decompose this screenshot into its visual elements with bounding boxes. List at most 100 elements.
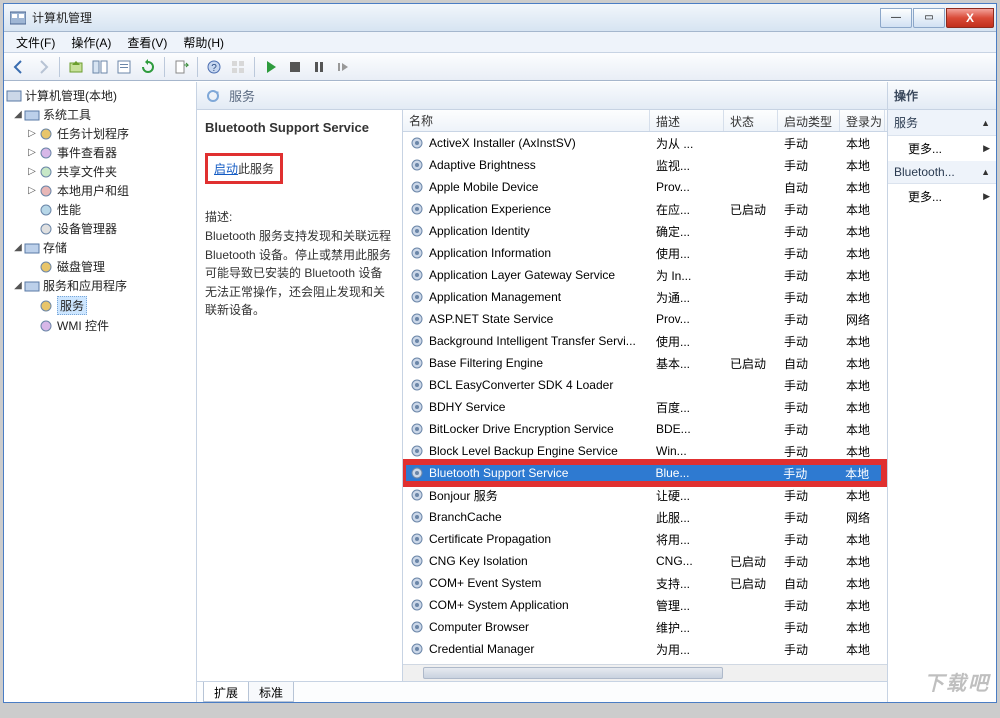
- collapse-icon: ▲: [981, 118, 990, 128]
- properties-icon[interactable]: [113, 56, 135, 78]
- start-service-link[interactable]: 启动: [214, 162, 238, 176]
- column-startup[interactable]: 启动类型: [778, 110, 840, 131]
- tree-item[interactable]: 设备管理器: [6, 219, 194, 238]
- export-icon[interactable]: [170, 56, 192, 78]
- tree-item[interactable]: 磁盘管理: [6, 257, 194, 276]
- tree-toggle-icon[interactable]: ▷: [26, 185, 38, 196]
- cell-name: COM+ System Application: [429, 598, 569, 612]
- cell-name: Bonjour 服务: [429, 487, 498, 504]
- refresh-small-icon[interactable]: [205, 88, 221, 104]
- close-button[interactable]: X: [946, 8, 994, 28]
- gear-icon: [409, 157, 425, 173]
- column-status[interactable]: 状态: [724, 110, 778, 131]
- column-logon[interactable]: 登录为: [840, 110, 885, 131]
- tree-item[interactable]: ▷任务计划程序: [6, 124, 194, 143]
- list-row[interactable]: Bonjour 服务让硬...手动本地: [403, 484, 887, 506]
- gear-icon: [409, 465, 425, 481]
- maximize-button[interactable]: ▭: [913, 8, 945, 28]
- menu-action[interactable]: 操作(A): [63, 32, 119, 53]
- list-row[interactable]: BranchCache此服...手动网络: [403, 506, 887, 528]
- tree-group[interactable]: ◢系统工具: [6, 105, 194, 124]
- list-row[interactable]: BitLocker Drive Encryption ServiceBDE...…: [403, 418, 887, 440]
- list-row[interactable]: BCL EasyConverter SDK 4 Loader手动本地: [403, 374, 887, 396]
- cell-logon: 本地: [840, 267, 885, 284]
- action-section-bluetooth[interactable]: Bluetooth... ▲: [888, 161, 996, 184]
- list-row[interactable]: COM+ Event System支持...已启动自动本地: [403, 572, 887, 594]
- cell-desc: 使用...: [650, 245, 724, 262]
- list-row[interactable]: Application Identity确定...手动本地: [403, 220, 887, 242]
- pause-icon[interactable]: [308, 56, 330, 78]
- tree-group[interactable]: ◢存储: [6, 238, 194, 257]
- menu-help[interactable]: 帮助(H): [175, 32, 232, 53]
- show-hide-tree-icon[interactable]: [89, 56, 111, 78]
- list-row[interactable]: Background Intelligent Transfer Servi...…: [403, 330, 887, 352]
- cell-desc: Blue...: [649, 466, 723, 480]
- tree-toggle-icon[interactable]: ▷: [26, 147, 38, 158]
- list-row[interactable]: BDHY Service百度...手动本地: [403, 396, 887, 418]
- gear-icon: [409, 509, 425, 525]
- back-icon[interactable]: [8, 56, 30, 78]
- tree-item[interactable]: 服务: [6, 295, 194, 316]
- tree-label: 服务和应用程序: [43, 277, 127, 294]
- play-icon[interactable]: [260, 56, 282, 78]
- tree-label: WMI 控件: [57, 317, 109, 334]
- tree-toggle-icon[interactable]: ◢: [12, 280, 24, 291]
- tab-standard[interactable]: 标准: [248, 682, 294, 702]
- tree-toggle-icon[interactable]: ▷: [26, 128, 38, 139]
- tree-toggle-icon[interactable]: ◢: [12, 242, 24, 253]
- list-row[interactable]: Base Filtering Engine基本...已启动自动本地: [403, 352, 887, 374]
- tree-toggle-icon[interactable]: ◢: [12, 109, 24, 120]
- cell-name: Base Filtering Engine: [429, 356, 543, 370]
- desc-text: Bluetooth 服务支持发现和关联远程 Bluetooth 设备。停止或禁用…: [205, 227, 394, 320]
- column-name[interactable]: 名称: [403, 110, 650, 131]
- tree-item[interactable]: WMI 控件: [6, 316, 194, 335]
- restart-icon[interactable]: [332, 56, 354, 78]
- list-row[interactable]: Credential Manager为用...手动本地: [403, 638, 887, 660]
- tree-item[interactable]: ▷本地用户和组: [6, 181, 194, 200]
- list-row[interactable]: Adaptive Brightness监视...手动本地: [403, 154, 887, 176]
- list-row[interactable]: Block Level Backup Engine ServiceWin...手…: [403, 440, 887, 462]
- list-row[interactable]: Computer Browser维护...手动本地: [403, 616, 887, 638]
- column-desc[interactable]: 描述: [650, 110, 724, 131]
- tree-root[interactable]: 计算机管理(本地): [6, 86, 194, 105]
- list-row[interactable]: Application Layer Gateway Service为 In...…: [403, 264, 887, 286]
- list-row[interactable]: Application Information使用...手动本地: [403, 242, 887, 264]
- menu-file[interactable]: 文件(F): [8, 32, 63, 53]
- list-row[interactable]: Certificate Propagation将用...手动本地: [403, 528, 887, 550]
- forward-icon[interactable]: [32, 56, 54, 78]
- service-name: Bluetooth Support Service: [205, 120, 394, 135]
- tab-extended[interactable]: 扩展: [203, 682, 249, 702]
- tree-item[interactable]: 性能: [6, 200, 194, 219]
- center-title: 服务: [229, 86, 255, 105]
- menu-view[interactable]: 查看(V): [119, 32, 175, 53]
- title-bar[interactable]: 计算机管理 — ▭ X: [4, 4, 996, 32]
- list-row[interactable]: COM+ System Application管理...手动本地: [403, 594, 887, 616]
- list-row[interactable]: CNG Key IsolationCNG...已启动手动本地: [403, 550, 887, 572]
- scrollbar-thumb[interactable]: [423, 667, 723, 679]
- action-section-services[interactable]: 服务 ▲: [888, 110, 996, 136]
- help-icon[interactable]: ?: [203, 56, 225, 78]
- list-row[interactable]: Application Management为通...手动本地: [403, 286, 887, 308]
- horizontal-scrollbar[interactable]: [403, 664, 887, 681]
- folder-icon: [24, 240, 40, 256]
- list-row[interactable]: ASP.NET State ServiceProv...手动网络: [403, 308, 887, 330]
- cell-desc: 为通...: [650, 289, 724, 306]
- tree-group[interactable]: ◢ 服务和应用程序: [6, 276, 194, 295]
- grid-icon[interactable]: [227, 56, 249, 78]
- tree-item[interactable]: ▷共享文件夹: [6, 162, 194, 181]
- list-row[interactable]: Application Experience在应...已启动手动本地: [403, 198, 887, 220]
- cell-startup: 手动: [778, 619, 840, 636]
- action-more-2[interactable]: 更多... ▶: [888, 184, 996, 209]
- stop-icon[interactable]: [284, 56, 306, 78]
- list-header-row[interactable]: 名称 描述 状态 启动类型 登录为: [403, 110, 887, 132]
- up-icon[interactable]: [65, 56, 87, 78]
- tree-toggle-icon[interactable]: ▷: [26, 166, 38, 177]
- action-more-1[interactable]: 更多... ▶: [888, 136, 996, 161]
- list-row[interactable]: ActiveX Installer (AxInstSV)为从 ...手动本地: [403, 132, 887, 154]
- list-row[interactable]: Bluetooth Support ServiceBlue...手动本地: [403, 462, 884, 484]
- list-row[interactable]: Apple Mobile DeviceProv...自动本地: [403, 176, 887, 198]
- minimize-button[interactable]: —: [880, 8, 912, 28]
- tree-panel[interactable]: 计算机管理(本地) ◢系统工具▷任务计划程序▷事件查看器▷共享文件夹▷本地用户和…: [4, 82, 197, 702]
- refresh-icon[interactable]: [137, 56, 159, 78]
- tree-item[interactable]: ▷事件查看器: [6, 143, 194, 162]
